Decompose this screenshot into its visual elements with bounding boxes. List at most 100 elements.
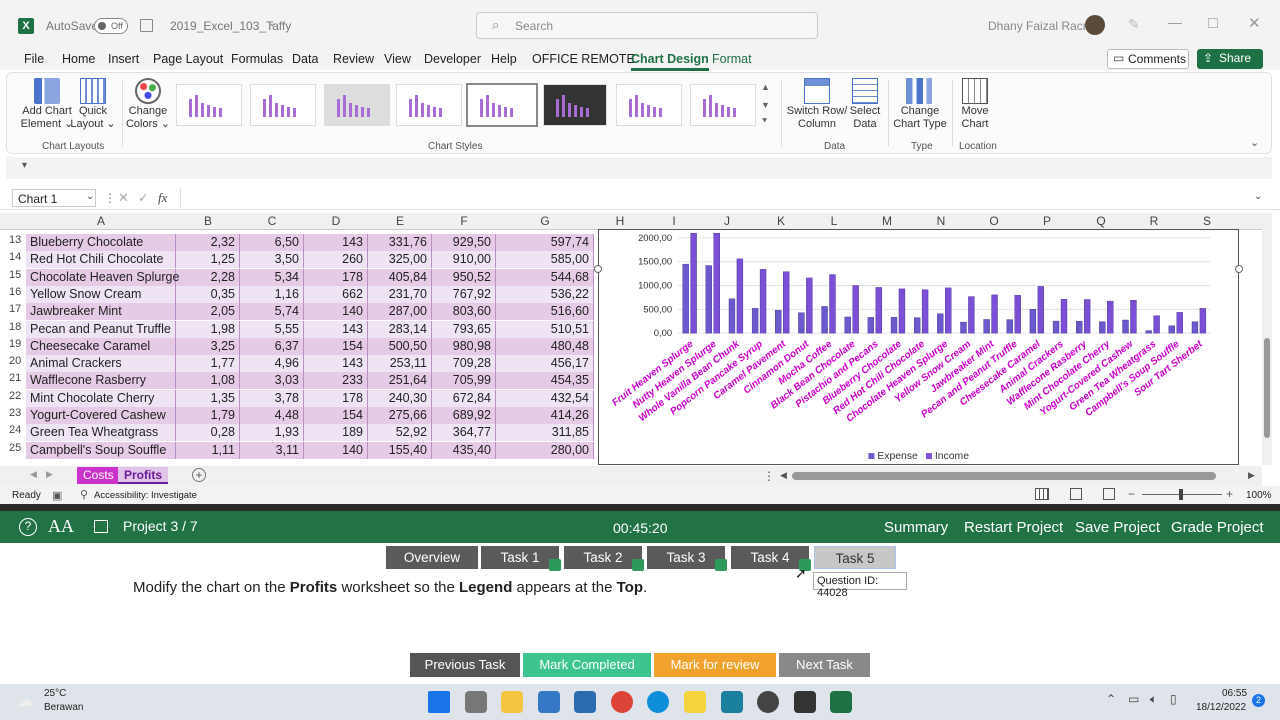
cell-a[interactable]: Wafflecone Rasberry <box>26 372 176 390</box>
menu-data[interactable]: Data <box>292 52 318 66</box>
col-header-r[interactable]: R <box>1128 214 1180 228</box>
tray-chevron-icon[interactable]: ⌃ <box>1106 692 1116 706</box>
cell-g[interactable]: 414,26 <box>496 407 594 424</box>
col-header-h[interactable]: H <box>594 214 646 228</box>
cell-d[interactable]: 154 <box>304 407 368 424</box>
cell-b[interactable]: 3,25 <box>176 337 240 355</box>
cell-c[interactable]: 4,48 <box>240 407 304 424</box>
next-task-button[interactable]: Next Task <box>779 653 870 677</box>
fx-icon[interactable]: fx <box>158 190 167 206</box>
cell-c[interactable]: 1,16 <box>240 285 304 303</box>
cell-d[interactable]: 178 <box>304 268 368 286</box>
styles-scroll-up-icon[interactable]: ▲ <box>761 82 770 92</box>
cell-f[interactable]: 709,28 <box>432 355 496 373</box>
menu-home[interactable]: Home <box>62 52 95 66</box>
cell-a[interactable]: Blueberry Chocolate <box>26 234 176 251</box>
col-header-f[interactable]: F <box>432 214 496 228</box>
cell-f[interactable]: 793,65 <box>432 320 496 338</box>
row-number[interactable]: 15 <box>0 269 26 281</box>
cell-a[interactable]: Cheesecake Caramel <box>26 337 176 355</box>
horizontal-scroll-thumb[interactable] <box>792 472 1216 480</box>
cell-d[interactable]: 260 <box>304 251 368 269</box>
snip-icon[interactable] <box>574 691 596 713</box>
cell-d[interactable]: 662 <box>304 285 368 303</box>
styles-scroll-down-icon[interactable]: ▼ <box>761 100 770 110</box>
cell-e[interactable]: 52,92 <box>368 424 432 442</box>
cell-f[interactable]: 364,77 <box>432 424 496 442</box>
col-header-n[interactable]: N <box>914 214 968 228</box>
quick-layout-button[interactable]: Quick Layout ⌄ <box>70 105 116 131</box>
col-header-g[interactable]: G <box>496 214 594 228</box>
cell-a[interactable]: Animal Crackers <box>26 355 176 373</box>
cell-c[interactable]: 5,74 <box>240 303 304 321</box>
page-layout-view-icon[interactable] <box>1070 488 1082 500</box>
styles-more-icon[interactable]: ⯆ <box>761 116 768 127</box>
tab-overview[interactable]: Overview <box>386 546 478 569</box>
cell-c[interactable]: 5,55 <box>240 320 304 338</box>
menu-file[interactable]: File <box>24 52 44 66</box>
chart-style-5[interactable] <box>466 83 538 127</box>
cell-b[interactable]: 1,35 <box>176 389 240 407</box>
col-header-m[interactable]: M <box>860 214 914 228</box>
cell-d[interactable]: 233 <box>304 372 368 390</box>
zoom-level[interactable]: 100% <box>1246 490 1272 501</box>
quick-access-chevron-icon[interactable]: ▾ <box>22 160 27 171</box>
maximize-icon[interactable] <box>1208 18 1218 28</box>
cell-d[interactable]: 154 <box>304 337 368 355</box>
cell-b[interactable]: 2,28 <box>176 268 240 286</box>
cell-g[interactable]: 544,68 <box>496 268 594 286</box>
cell-e[interactable]: 283,14 <box>368 320 432 338</box>
col-header-d[interactable]: D <box>304 214 368 228</box>
cell-f[interactable]: 980,98 <box>432 337 496 355</box>
user-name[interactable]: Dhany Faizal Racma <box>988 19 1099 33</box>
file-name-chevron-icon[interactable]: ⌄ <box>268 18 276 29</box>
normal-view-icon[interactable] <box>1035 488 1049 500</box>
select-data-button[interactable]: Select Data <box>846 105 884 131</box>
file-explorer-icon[interactable] <box>501 691 523 713</box>
notification-badge[interactable]: 2 <box>1252 694 1265 707</box>
col-header-a[interactable]: A <box>26 214 176 228</box>
cell-a[interactable]: Red Hot Chili Chocolate <box>26 251 176 269</box>
restart-project-button[interactable]: Restart Project <box>964 519 1063 536</box>
profit-chart[interactable]: 0,00500,001000,001500,002000,00Fruit Hea… <box>598 229 1239 465</box>
cell-g[interactable]: 311,85 <box>496 424 594 442</box>
avatar[interactable] <box>1085 15 1105 35</box>
cell-c[interactable]: 5,34 <box>240 268 304 286</box>
cell-c[interactable]: 3,11 <box>240 441 304 459</box>
cell-d[interactable]: 143 <box>304 234 368 251</box>
tab-scroll-left-icon[interactable]: ◀ <box>30 469 37 480</box>
pen-icon[interactable]: ✎ <box>1128 16 1140 33</box>
l-app-icon[interactable] <box>721 691 743 713</box>
col-header-e[interactable]: E <box>368 214 432 228</box>
recorder-icon[interactable] <box>757 691 779 713</box>
change-colors-button[interactable]: Change Colors ⌄ <box>124 105 172 131</box>
row-number[interactable]: 18 <box>0 321 26 333</box>
cell-e[interactable]: 275,66 <box>368 407 432 424</box>
tray-battery-icon[interactable]: ▯ <box>1170 692 1177 706</box>
cell-d[interactable]: 189 <box>304 424 368 442</box>
cell-e[interactable]: 231,70 <box>368 285 432 303</box>
cell-g[interactable]: 480,48 <box>496 337 594 355</box>
cell-a[interactable]: Mint Chocolate Cherry <box>26 389 176 407</box>
cell-e[interactable]: 405,84 <box>368 268 432 286</box>
cell-a[interactable]: Yogurt-Covered Cashew <box>26 407 176 424</box>
cell-f[interactable]: 767,92 <box>432 285 496 303</box>
change-chart-type-button[interactable]: Change Chart Type <box>892 105 948 131</box>
previous-task-button[interactable]: Previous Task <box>410 653 520 677</box>
vertical-scroll-thumb[interactable] <box>1264 338 1270 438</box>
excel-taskbar-icon[interactable] <box>830 691 852 713</box>
row-number[interactable]: 17 <box>0 303 26 315</box>
col-header-j[interactable]: J <box>700 214 754 228</box>
mark-completed-button[interactable]: Mark Completed <box>523 653 651 677</box>
cell-b[interactable]: 0,35 <box>176 285 240 303</box>
chart-handle-right[interactable] <box>1235 265 1243 273</box>
chart-style-7[interactable] <box>616 84 682 126</box>
grade-project-button[interactable]: Grade Project <box>1171 519 1264 536</box>
sheet-tab-profits[interactable]: Profits <box>118 467 169 484</box>
weather-temp[interactable]: 25°C <box>44 688 66 699</box>
cell-a[interactable]: Pecan and Peanut Truffle <box>26 320 176 338</box>
cancel-icon[interactable]: ✕ <box>118 190 129 206</box>
menu-page-layout[interactable]: Page Layout <box>153 52 223 66</box>
clock-date[interactable]: 18/12/2022 <box>1196 702 1246 713</box>
cell-f[interactable]: 672,84 <box>432 389 496 407</box>
